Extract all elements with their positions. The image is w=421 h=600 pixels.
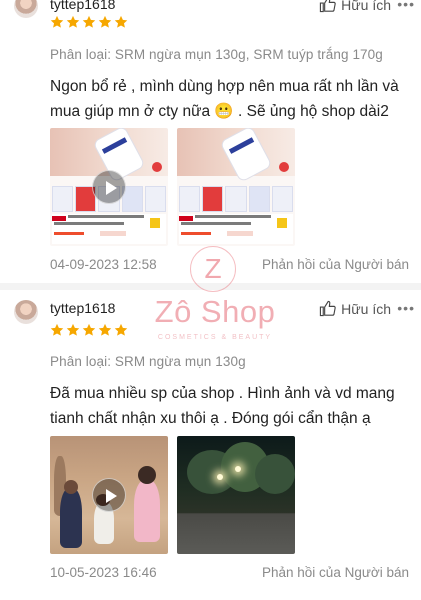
review-item: tyttep1618 Hữu ích ••• Phân loại: SRM ng… (0, 0, 421, 280)
star-icon (50, 323, 64, 336)
star-icon (66, 15, 80, 28)
review-item: tyttep1618 Hữu ích ••• Phân loại: SRM ng… (0, 288, 421, 600)
review-date: 04-09-2023 12:58 (50, 257, 157, 272)
avatar[interactable] (14, 300, 38, 324)
star-icon (66, 323, 80, 336)
review-comment: Đã mua nhiều sp của shop . Hình ảnh và v… (50, 385, 395, 427)
star-icon (50, 15, 64, 28)
review-comment: Ngon bổ rẻ , mình dùng hợp nên mua rất n… (50, 78, 399, 120)
helpful-label: Hữu ích (341, 0, 391, 13)
helpful-label: Hữu ích (341, 300, 391, 317)
play-icon[interactable] (92, 478, 126, 512)
helpful-button[interactable]: Hữu ích (319, 0, 391, 13)
star-icon (82, 323, 96, 336)
rating-stars (50, 323, 128, 337)
review-variant: Phân loại: SRM ngừa mụn 130g (50, 354, 246, 369)
review-image-thumbnail[interactable] (177, 128, 295, 246)
review-username: tyttep1618 (50, 300, 116, 316)
more-options-button[interactable]: ••• (397, 300, 415, 316)
review-video-thumbnail[interactable] (50, 436, 168, 554)
helpful-button[interactable]: Hữu ích (319, 300, 391, 317)
play-icon[interactable] (92, 170, 126, 204)
star-icon (114, 15, 128, 28)
rating-stars (50, 15, 128, 29)
thumbs-up-icon (320, 0, 336, 13)
review-video-thumbnail[interactable] (50, 128, 168, 246)
review-username: tyttep1618 (50, 0, 116, 12)
star-icon (98, 15, 112, 28)
star-icon (114, 323, 128, 336)
review-date: 10-05-2023 16:46 (50, 565, 157, 580)
star-icon (82, 15, 96, 28)
seller-reply-link[interactable]: Phản hồi của Người bán (262, 565, 409, 580)
star-icon (98, 323, 112, 336)
avatar[interactable] (14, 0, 38, 18)
seller-reply-link[interactable]: Phản hồi của Người bán (262, 257, 409, 272)
thumbs-up-icon (320, 300, 336, 317)
review-variant: Phân loại: SRM ngừa mụn 130g, SRM tuýp t… (50, 47, 383, 62)
review-image-thumbnail[interactable] (177, 436, 295, 554)
more-options-button[interactable]: ••• (397, 0, 415, 12)
